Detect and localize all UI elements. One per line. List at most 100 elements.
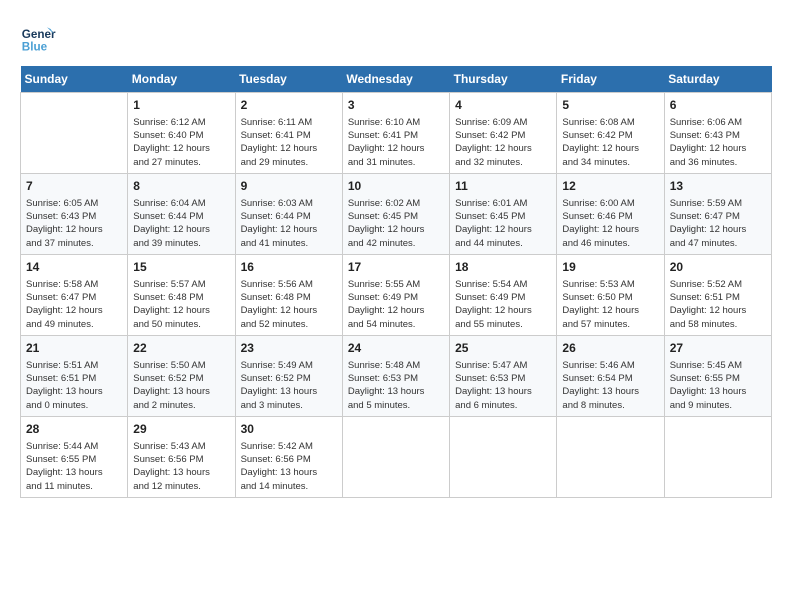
calendar-cell: 28 Sunrise: 5:44 AM Sunset: 6:55 PM Dayli… <box>21 416 128 497</box>
day-number: 14 <box>26 259 122 276</box>
calendar-cell: 27 Sunrise: 5:45 AM Sunset: 6:55 PM Dayli… <box>664 335 771 416</box>
calendar-cell: 6 Sunrise: 6:06 AM Sunset: 6:43 PM Daylig… <box>664 93 771 174</box>
svg-text:Blue: Blue <box>22 41 48 54</box>
day-info: Sunrise: 6:03 AM Sunset: 6:44 PM Dayligh… <box>241 197 337 250</box>
day-number: 17 <box>348 259 444 276</box>
calendar-cell: 24 Sunrise: 5:48 AM Sunset: 6:53 PM Dayli… <box>342 335 449 416</box>
calendar-cell: 14 Sunrise: 5:58 AM Sunset: 6:47 PM Dayli… <box>21 254 128 335</box>
day-number: 30 <box>241 421 337 438</box>
day-number: 21 <box>26 340 122 357</box>
calendar-cell: 4Sunrise: 6:09 AM Sunset: 6:42 PM Daylig… <box>450 93 557 174</box>
header-friday: Friday <box>557 66 664 93</box>
day-number: 7 <box>26 178 122 195</box>
calendar-week-row: 1 Sunrise: 6:12 AM Sunset: 6:40 PM Daylig… <box>21 93 772 174</box>
header-saturday: Saturday <box>664 66 771 93</box>
day-info: Sunrise: 6:10 AM Sunset: 6:41 PM Dayligh… <box>348 116 444 169</box>
header-sunday: Sunday <box>21 66 128 93</box>
day-number: 13 <box>670 178 766 195</box>
logo: General Blue <box>20 20 62 56</box>
logo-icon: General Blue <box>20 20 56 56</box>
calendar-cell: 23 Sunrise: 5:49 AM Sunset: 6:52 PM Dayli… <box>235 335 342 416</box>
calendar-cell: 16Sunrise: 5:56 AM Sunset: 6:48 PM Dayli… <box>235 254 342 335</box>
calendar-week-row: 7 Sunrise: 6:05 AM Sunset: 6:43 PM Daylig… <box>21 173 772 254</box>
day-number: 11 <box>455 178 551 195</box>
day-number: 5 <box>562 97 658 114</box>
day-number: 6 <box>670 97 766 114</box>
day-info: Sunrise: 5:58 AM Sunset: 6:47 PM Dayligh… <box>26 278 122 331</box>
day-info: Sunrise: 6:04 AM Sunset: 6:44 PM Dayligh… <box>133 197 229 250</box>
calendar-table: SundayMondayTuesdayWednesdayThursdayFrid… <box>20 66 772 498</box>
calendar-cell: 15 Sunrise: 5:57 AM Sunset: 6:48 PM Dayli… <box>128 254 235 335</box>
day-info: Sunrise: 5:49 AM Sunset: 6:52 PM Dayligh… <box>241 359 337 412</box>
day-number: 18 <box>455 259 551 276</box>
day-info: Sunrise: 6:12 AM Sunset: 6:40 PM Dayligh… <box>133 116 229 169</box>
day-info: Sunrise: 6:00 AM Sunset: 6:46 PM Dayligh… <box>562 197 658 250</box>
day-info: Sunrise: 5:44 AM Sunset: 6:55 PM Dayligh… <box>26 440 122 493</box>
day-info: Sunrise: 6:11 AM Sunset: 6:41 PM Dayligh… <box>241 116 337 169</box>
calendar-cell <box>21 93 128 174</box>
day-number: 9 <box>241 178 337 195</box>
calendar-cell <box>450 416 557 497</box>
calendar-cell <box>557 416 664 497</box>
calendar-cell: 20 Sunrise: 5:52 AM Sunset: 6:51 PM Dayli… <box>664 254 771 335</box>
day-number: 15 <box>133 259 229 276</box>
day-info: Sunrise: 5:52 AM Sunset: 6:51 PM Dayligh… <box>670 278 766 331</box>
calendar-cell: 1 Sunrise: 6:12 AM Sunset: 6:40 PM Daylig… <box>128 93 235 174</box>
calendar-cell: 9 Sunrise: 6:03 AM Sunset: 6:44 PM Daylig… <box>235 173 342 254</box>
day-number: 24 <box>348 340 444 357</box>
day-number: 23 <box>241 340 337 357</box>
calendar-week-row: 14 Sunrise: 5:58 AM Sunset: 6:47 PM Dayli… <box>21 254 772 335</box>
day-info: Sunrise: 6:05 AM Sunset: 6:43 PM Dayligh… <box>26 197 122 250</box>
day-info: Sunrise: 5:48 AM Sunset: 6:53 PM Dayligh… <box>348 359 444 412</box>
day-number: 20 <box>670 259 766 276</box>
header-tuesday: Tuesday <box>235 66 342 93</box>
calendar-cell: 11 Sunrise: 6:01 AM Sunset: 6:45 PM Dayli… <box>450 173 557 254</box>
day-number: 19 <box>562 259 658 276</box>
day-info: Sunrise: 5:54 AM Sunset: 6:49 PM Dayligh… <box>455 278 551 331</box>
day-number: 29 <box>133 421 229 438</box>
day-info: Sunrise: 5:42 AM Sunset: 6:56 PM Dayligh… <box>241 440 337 493</box>
day-number: 1 <box>133 97 229 114</box>
day-info: Sunrise: 5:51 AM Sunset: 6:51 PM Dayligh… <box>26 359 122 412</box>
day-info: Sunrise: 5:50 AM Sunset: 6:52 PM Dayligh… <box>133 359 229 412</box>
header-thursday: Thursday <box>450 66 557 93</box>
day-number: 27 <box>670 340 766 357</box>
day-info: Sunrise: 5:53 AM Sunset: 6:50 PM Dayligh… <box>562 278 658 331</box>
day-number: 28 <box>26 421 122 438</box>
calendar-cell: 22 Sunrise: 5:50 AM Sunset: 6:52 PM Dayli… <box>128 335 235 416</box>
day-info: Sunrise: 6:09 AM Sunset: 6:42 PM Dayligh… <box>455 116 551 169</box>
day-number: 12 <box>562 178 658 195</box>
calendar-week-row: 28 Sunrise: 5:44 AM Sunset: 6:55 PM Dayli… <box>21 416 772 497</box>
calendar-cell: 18 Sunrise: 5:54 AM Sunset: 6:49 PM Dayli… <box>450 254 557 335</box>
calendar-cell: 3Sunrise: 6:10 AM Sunset: 6:41 PM Daylig… <box>342 93 449 174</box>
day-info: Sunrise: 5:55 AM Sunset: 6:49 PM Dayligh… <box>348 278 444 331</box>
day-info: Sunrise: 5:59 AM Sunset: 6:47 PM Dayligh… <box>670 197 766 250</box>
day-number: 2 <box>241 97 337 114</box>
calendar-cell: 12 Sunrise: 6:00 AM Sunset: 6:46 PM Dayli… <box>557 173 664 254</box>
day-info: Sunrise: 5:43 AM Sunset: 6:56 PM Dayligh… <box>133 440 229 493</box>
day-info: Sunrise: 5:46 AM Sunset: 6:54 PM Dayligh… <box>562 359 658 412</box>
calendar-week-row: 21 Sunrise: 5:51 AM Sunset: 6:51 PM Dayli… <box>21 335 772 416</box>
calendar-cell: 30 Sunrise: 5:42 AM Sunset: 6:56 PM Dayli… <box>235 416 342 497</box>
day-number: 25 <box>455 340 551 357</box>
day-info: Sunrise: 5:57 AM Sunset: 6:48 PM Dayligh… <box>133 278 229 331</box>
calendar-header-row: SundayMondayTuesdayWednesdayThursdayFrid… <box>21 66 772 93</box>
header-monday: Monday <box>128 66 235 93</box>
calendar-cell: 2 Sunrise: 6:11 AM Sunset: 6:41 PM Daylig… <box>235 93 342 174</box>
calendar-cell: 19 Sunrise: 5:53 AM Sunset: 6:50 PM Dayli… <box>557 254 664 335</box>
calendar-cell <box>664 416 771 497</box>
calendar-cell: 10Sunrise: 6:02 AM Sunset: 6:45 PM Dayli… <box>342 173 449 254</box>
page-header: General Blue <box>20 20 772 56</box>
day-info: Sunrise: 6:01 AM Sunset: 6:45 PM Dayligh… <box>455 197 551 250</box>
day-info: Sunrise: 5:47 AM Sunset: 6:53 PM Dayligh… <box>455 359 551 412</box>
day-info: Sunrise: 6:06 AM Sunset: 6:43 PM Dayligh… <box>670 116 766 169</box>
calendar-cell: 13 Sunrise: 5:59 AM Sunset: 6:47 PM Dayli… <box>664 173 771 254</box>
calendar-cell: 29 Sunrise: 5:43 AM Sunset: 6:56 PM Dayli… <box>128 416 235 497</box>
day-number: 8 <box>133 178 229 195</box>
header-wednesday: Wednesday <box>342 66 449 93</box>
calendar-cell: 26 Sunrise: 5:46 AM Sunset: 6:54 PM Dayli… <box>557 335 664 416</box>
calendar-cell: 8 Sunrise: 6:04 AM Sunset: 6:44 PM Daylig… <box>128 173 235 254</box>
day-number: 26 <box>562 340 658 357</box>
day-number: 22 <box>133 340 229 357</box>
day-info: Sunrise: 5:45 AM Sunset: 6:55 PM Dayligh… <box>670 359 766 412</box>
